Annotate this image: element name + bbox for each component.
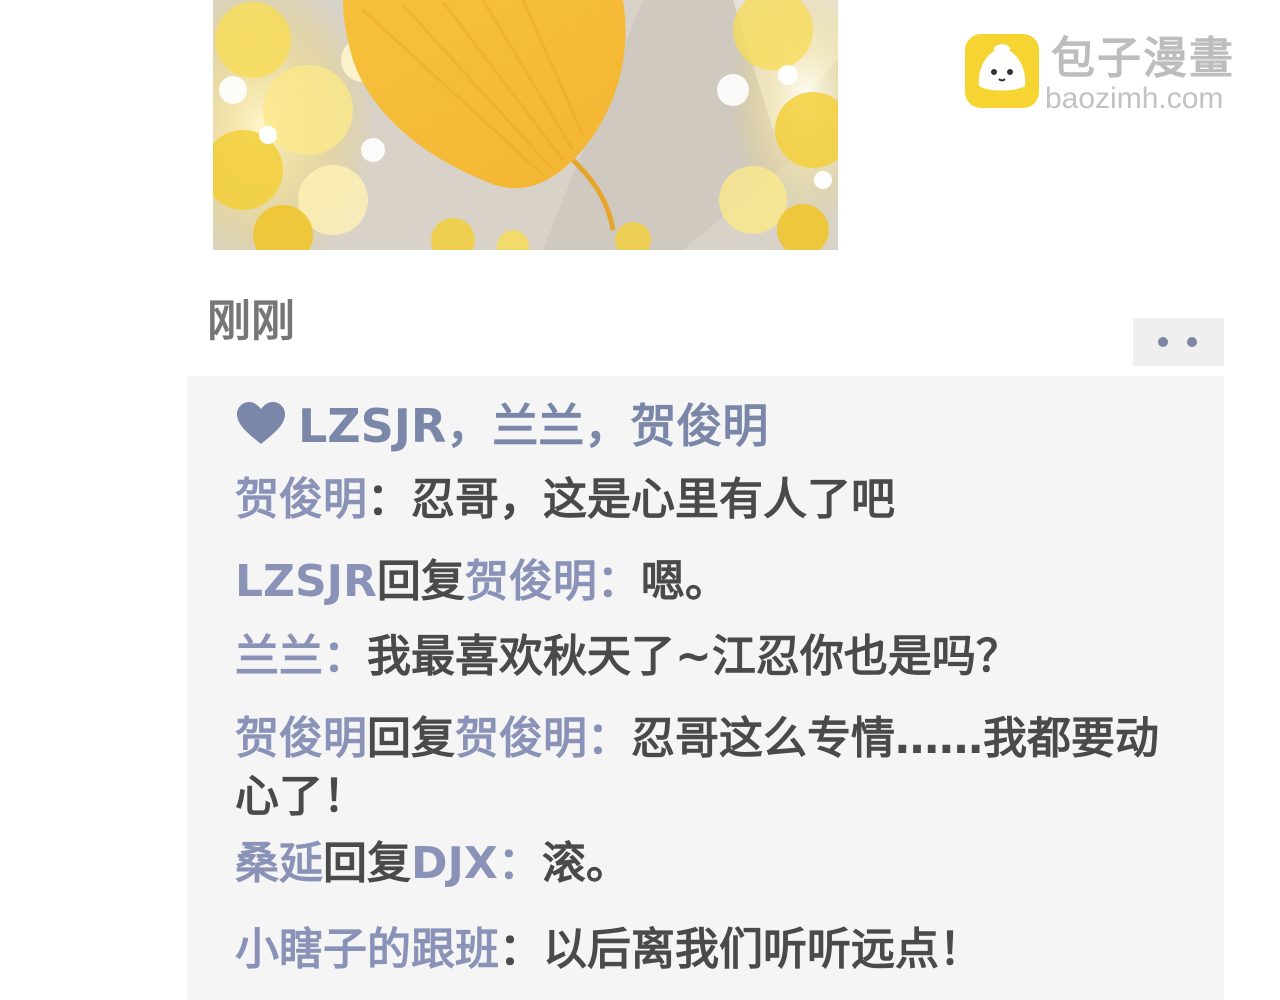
comment-author[interactable]: 小瞎子的跟班 [235, 924, 499, 975]
bun-mascot-icon [965, 34, 1039, 108]
comment-item[interactable]: 小瞎子的跟班：以后离我们听听远点！ [235, 921, 1175, 979]
comment-text: 滚。 [541, 838, 630, 889]
comment-item[interactable]: 贺俊明：忍哥，这是心里有人了吧 [235, 471, 1175, 529]
comment-separator: ： [497, 838, 542, 889]
heart-icon [237, 402, 285, 444]
baozimh-watermark: 包子漫畫 baozimh.com [965, 33, 1265, 115]
likes-comments-panel [187, 376, 1224, 1000]
more-dots-icon [1187, 337, 1197, 347]
ginkgo-leaf-illustration [213, 0, 838, 250]
comment-item[interactable]: LZSJR回复贺俊明：嗯。 [235, 553, 1175, 611]
reply-word: 回复 [376, 556, 465, 607]
comment-separator: ： [499, 924, 543, 975]
more-dots-icon [1158, 337, 1168, 347]
reply-target[interactable]: 贺俊明 [455, 713, 587, 764]
comment-author[interactable]: LZSJR [235, 556, 377, 607]
comment-text: 以后离我们听听远点！ [543, 924, 983, 975]
comment-author[interactable]: 贺俊明 [235, 474, 367, 525]
watermark-url: baozimh.com [1045, 82, 1224, 115]
more-actions-button[interactable] [1133, 318, 1224, 366]
comment-item[interactable]: 桑延回复DJX：滚。 [235, 835, 1175, 893]
comment-separator: ： [323, 631, 367, 682]
moments-page: 包子漫畫 baozimh.com 刚刚 LZSJR，兰兰，贺俊明 贺俊明：忍哥，… [0, 0, 1280, 1000]
comment-separator: ： [587, 713, 631, 764]
likes-names[interactable]: LZSJR，兰兰，贺俊明 [298, 396, 768, 456]
comment-item[interactable]: 贺俊明回复贺俊明：忍哥这么专情……我都要动心了！ [235, 710, 1175, 826]
comment-author[interactable]: 兰兰 [235, 631, 323, 682]
reply-word: 回复 [367, 713, 455, 764]
reply-target[interactable]: DJX [411, 838, 498, 889]
reply-word: 回复 [323, 838, 411, 889]
post-image[interactable] [213, 0, 838, 250]
reply-target[interactable]: 贺俊明 [465, 556, 597, 607]
comment-text: 忍哥，这是心里有人了吧 [411, 474, 895, 525]
comment-text: 嗯。 [640, 556, 729, 607]
comment-author[interactable]: 桑延 [235, 838, 323, 889]
post-timestamp: 刚刚 [207, 296, 295, 347]
watermark-title: 包子漫畫 [1051, 33, 1235, 84]
comment-separator: ： [367, 474, 411, 525]
comment-item[interactable]: 兰兰：我最喜欢秋天了~江忍你也是吗？ [235, 628, 1175, 686]
comment-text: 我最喜欢秋天了~江忍你也是吗？ [367, 631, 1020, 682]
comment-author[interactable]: 贺俊明 [235, 713, 367, 764]
comment-separator: ： [596, 556, 641, 607]
